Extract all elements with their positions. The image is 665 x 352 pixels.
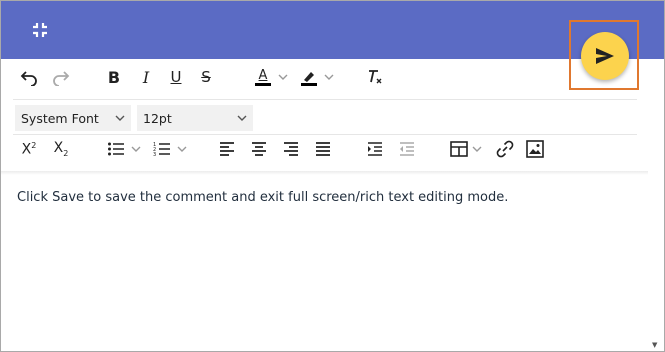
link-icon bbox=[496, 140, 514, 158]
image-icon bbox=[526, 140, 544, 158]
font-size-value: 12pt bbox=[143, 110, 172, 126]
redo-icon bbox=[53, 71, 70, 86]
indent-button[interactable] bbox=[363, 135, 387, 163]
chevron-down-icon bbox=[472, 146, 482, 152]
scroll-down-arrow-icon[interactable]: ▼ bbox=[652, 341, 657, 349]
italic-icon: I bbox=[142, 67, 150, 87]
align-left-icon bbox=[220, 142, 234, 156]
indent-icon bbox=[368, 142, 382, 156]
editor-window: B I U S A System Font 12pt X2 X2 1 2 3 C… bbox=[0, 0, 665, 352]
redo-button[interactable] bbox=[49, 63, 73, 91]
chevron-down-icon bbox=[278, 74, 288, 80]
toolbar-shadow bbox=[1, 171, 664, 175]
table-icon bbox=[450, 141, 468, 157]
chevron-down-icon bbox=[324, 74, 334, 80]
font-family-select[interactable]: System Font bbox=[15, 105, 131, 131]
send-button[interactable] bbox=[581, 32, 629, 80]
text-color-letter: A bbox=[258, 67, 268, 83]
subscript-button[interactable]: X2 bbox=[49, 135, 73, 163]
send-button-highlight bbox=[569, 20, 639, 90]
italic-button[interactable]: I bbox=[135, 63, 157, 91]
table-button[interactable] bbox=[447, 135, 485, 163]
bold-button[interactable]: B bbox=[103, 63, 125, 91]
bullet-list-icon bbox=[108, 142, 124, 156]
strikethrough-icon: S bbox=[201, 68, 211, 86]
text-color-icon: A bbox=[254, 67, 272, 86]
exit-fullscreen-button[interactable] bbox=[27, 17, 53, 43]
undo-icon bbox=[20, 71, 37, 86]
clear-formatting-icon bbox=[369, 70, 382, 84]
insert-image-button[interactable] bbox=[523, 135, 547, 163]
insert-link-button[interactable] bbox=[493, 135, 517, 163]
bullet-list-button[interactable] bbox=[103, 135, 145, 163]
toolbar-separator bbox=[13, 99, 637, 100]
toolbar-row-2: System Font 12pt bbox=[1, 101, 641, 135]
align-left-button[interactable] bbox=[215, 135, 239, 163]
outdent-icon bbox=[400, 142, 414, 156]
highlighter-icon bbox=[301, 72, 317, 86]
chevron-down-icon bbox=[115, 115, 125, 121]
subscript-icon: X2 bbox=[53, 140, 69, 158]
send-icon bbox=[596, 48, 614, 64]
clear-formatting-button[interactable] bbox=[363, 63, 387, 91]
chevron-down-icon bbox=[177, 146, 187, 152]
chevron-down-icon bbox=[131, 146, 141, 152]
highlight-color-button[interactable] bbox=[297, 63, 337, 91]
numbered-list-icon: 123 bbox=[153, 142, 170, 157]
editor-header bbox=[1, 1, 664, 59]
toolbar-row-1: B I U S A bbox=[1, 63, 641, 97]
text-color-button[interactable]: A bbox=[251, 63, 291, 91]
superscript-icon: X2 bbox=[21, 140, 37, 158]
editor-content[interactable]: Click Save to save the comment and exit … bbox=[17, 190, 508, 205]
align-justify-button[interactable] bbox=[311, 135, 335, 163]
align-center-button[interactable] bbox=[247, 135, 271, 163]
undo-button[interactable] bbox=[17, 63, 41, 91]
underline-icon: U bbox=[170, 68, 182, 86]
strikethrough-button[interactable]: S bbox=[195, 63, 217, 91]
chevron-down-icon bbox=[237, 115, 247, 121]
underline-button[interactable]: U bbox=[165, 63, 187, 91]
toolbar-row-3: X2 X2 123 bbox=[1, 135, 641, 169]
align-right-button[interactable] bbox=[279, 135, 303, 163]
font-size-select[interactable]: 12pt bbox=[137, 105, 253, 131]
superscript-button[interactable]: X2 bbox=[17, 135, 41, 163]
numbered-list-button[interactable]: 123 bbox=[149, 135, 191, 163]
font-family-value: System Font bbox=[21, 110, 99, 126]
align-center-icon bbox=[252, 142, 266, 156]
vertical-scrollbar[interactable] bbox=[648, 59, 664, 351]
bold-icon: B bbox=[107, 67, 121, 87]
exit-fullscreen-icon bbox=[33, 23, 47, 37]
align-justify-icon bbox=[316, 142, 330, 156]
outdent-button[interactable] bbox=[395, 135, 419, 163]
svg-text:3: 3 bbox=[153, 152, 156, 157]
align-right-icon bbox=[284, 142, 298, 156]
